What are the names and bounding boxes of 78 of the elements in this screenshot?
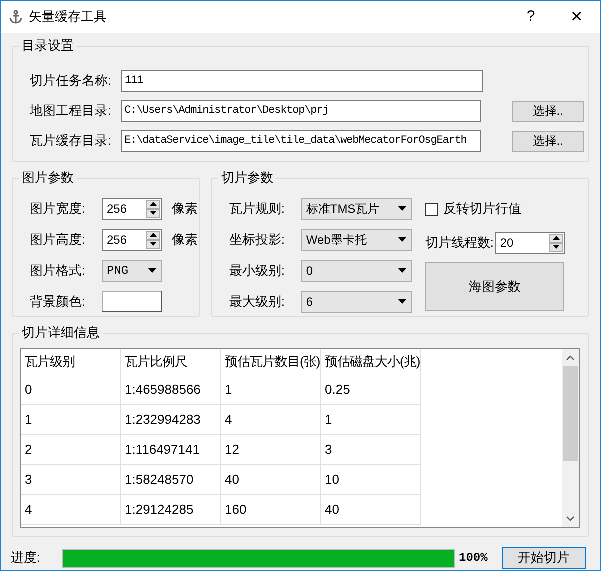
color-swatch[interactable]: [102, 291, 162, 312]
field-label: 最大级别:: [229, 292, 286, 311]
field-label: 图片格式:: [30, 262, 87, 280]
field-label: 瓦片缓存目录:: [30, 132, 113, 150]
table-cell: 4: [221, 405, 321, 435]
spin-up-button[interactable]: [146, 200, 160, 208]
table-cell: 3: [321, 435, 421, 465]
unit-label: 像素: [172, 230, 198, 249]
group-title: 图片参数: [19, 170, 77, 186]
table-cell: 40: [321, 495, 421, 525]
field-label: 坐标投影:: [229, 230, 286, 249]
progress-reading: 100%: [459, 550, 489, 567]
field-label: 图片宽度:: [30, 200, 87, 218]
spin-up-button[interactable]: [549, 234, 564, 242]
input-field[interactable]: 111: [121, 70, 483, 92]
select-button[interactable]: 选择..: [512, 130, 584, 152]
field-label: 图片高度:: [30, 230, 87, 249]
input-field[interactable]: E:\dataService\image_tile\tile_data\webMecatorForOsgEarth: [120, 130, 482, 152]
down-arrow-icon: [150, 211, 156, 215]
start-button[interactable]: 开始切片: [502, 547, 586, 569]
caret-icon: [398, 268, 408, 273]
dropdown[interactable]: 标准TMS瓦片: [301, 198, 412, 220]
help-button[interactable]: ?: [508, 6, 554, 28]
table-cell: 0.25: [321, 375, 421, 405]
down-arrow-icon: [150, 242, 156, 246]
select-button[interactable]: 选择..: [512, 100, 584, 122]
table-cell: 1:58248570: [121, 465, 221, 495]
table-cell: 1: [21, 405, 121, 435]
dropdown[interactable]: 0: [301, 260, 412, 282]
spin-box[interactable]: 256: [102, 198, 162, 220]
field-label: 切片任务名称:: [30, 72, 113, 90]
dropdown[interactable]: PNG: [102, 260, 162, 282]
caret-icon: [398, 206, 408, 211]
caret-icon: [398, 237, 408, 242]
table-cell: 0: [21, 375, 121, 405]
table-cell: 3: [21, 465, 121, 495]
dropdown[interactable]: Web墨卡托: [301, 228, 412, 250]
up-arrow-icon: [150, 233, 156, 237]
checkbox-label: 反转切片行值: [443, 200, 522, 218]
window-title: 矢量缓存工具: [29, 8, 108, 26]
scroll-thumb[interactable]: [563, 366, 578, 461]
input-field[interactable]: C:\Users\Administrator\Desktop\prj: [120, 100, 482, 122]
table-cell: 1:116497141: [121, 435, 221, 465]
spin-up-button[interactable]: [146, 230, 160, 240]
field-label: 瓦片规则:: [229, 200, 286, 218]
field-label: 切片线程数:: [425, 234, 495, 252]
checkbox[interactable]: [425, 202, 438, 216]
close-button[interactable]: ×: [554, 7, 600, 27]
table-cell: 1:29124285: [121, 495, 221, 525]
field-label: 最小级别:: [229, 262, 286, 280]
up-arrow-icon: [552, 236, 560, 240]
anchor-icon: [9, 10, 23, 24]
table-cell: 160: [221, 495, 321, 525]
group-title: 切片参数: [218, 170, 276, 186]
scrollbar[interactable]: [562, 349, 579, 527]
group-title: 切片详细信息: [19, 325, 103, 341]
table-cell: 40: [221, 465, 321, 495]
table-cell: 10: [321, 465, 421, 495]
progress-label: 进度:: [11, 549, 42, 568]
table-cell: 1: [321, 405, 421, 435]
field-label: 背景颜色:: [30, 292, 87, 311]
caret-icon: [398, 299, 408, 304]
spin-box[interactable]: 20: [495, 232, 566, 254]
field-label: 地图工程目录:: [30, 102, 113, 120]
caret-icon: [148, 268, 157, 273]
spin-box[interactable]: 256: [102, 228, 162, 250]
table-cell: 1:465988566: [121, 375, 221, 405]
group-title: 目录设置: [19, 38, 77, 54]
table-cell: 12: [221, 435, 321, 465]
table-cell: 4: [21, 495, 121, 525]
table-cell: 1:232994283: [121, 405, 221, 435]
dropdown[interactable]: 6: [301, 290, 412, 312]
unit-label: 像素: [172, 200, 198, 218]
down-arrow-icon: [552, 245, 560, 249]
table-cell: 2: [21, 435, 121, 465]
table-cell: 1: [221, 375, 321, 405]
up-arrow-icon: [150, 202, 156, 206]
chart-params-button[interactable]: 海图参数: [425, 262, 564, 311]
